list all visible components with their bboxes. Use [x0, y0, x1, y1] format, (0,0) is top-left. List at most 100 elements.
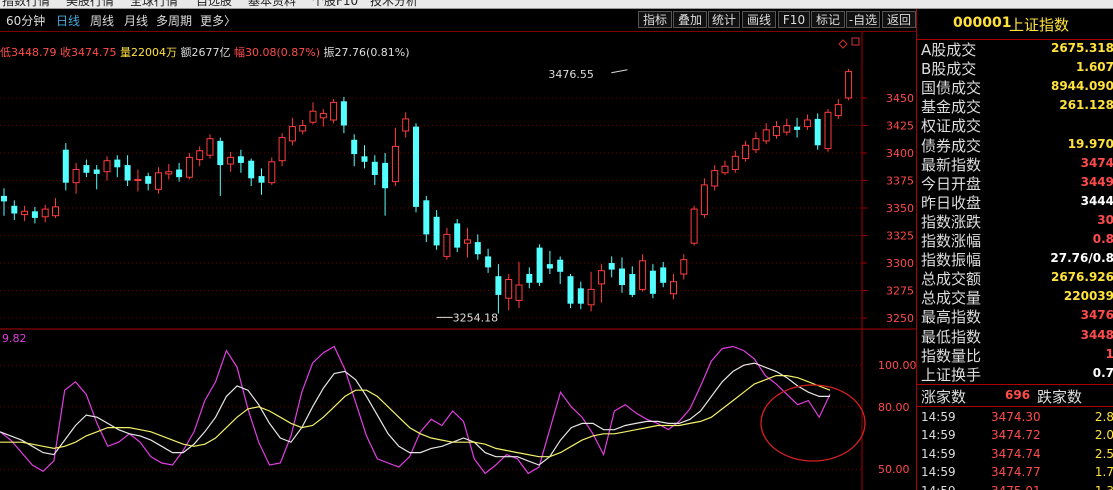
candle-body-up: [299, 125, 307, 132]
close-value: 收3474.75: [60, 46, 117, 59]
quote-label: 国债成交: [921, 79, 982, 98]
topnav-tab[interactable]: 技术分析: [370, 0, 418, 8]
quote-row: 总成交量 220039: [917, 287, 1113, 307]
period-tab[interactable]: 日线: [56, 12, 80, 29]
candle-body-up: [721, 165, 729, 174]
candle-body-down: [567, 276, 574, 304]
quote-label: 指数涨幅: [921, 232, 982, 250]
quote-row: 指数涨跌 30: [917, 211, 1113, 231]
candle-body-down: [93, 169, 100, 174]
candle-body-up: [319, 112, 327, 119]
candle-body-down: [11, 205, 18, 214]
candle-body-up: [288, 126, 296, 142]
candle-body-down: [629, 274, 636, 295]
candle-body-up: [21, 210, 29, 216]
y-tick-label: 3400: [886, 147, 914, 160]
candle-body-down: [526, 274, 533, 283]
topnav-tab[interactable]: 指数行情: [2, 0, 50, 8]
candle-body-down: [485, 256, 492, 268]
candle-body-down: [557, 259, 564, 272]
quote-label: 指数振幅: [921, 251, 982, 270]
quote-value: 261.128: [1059, 98, 1113, 113]
quote-label: 总成交额: [921, 270, 982, 289]
quote-value: 8944.090: [1050, 79, 1113, 94]
topnav-tab[interactable]: 基本资料: [248, 0, 296, 8]
toolbar-button[interactable]: 指标: [638, 11, 672, 28]
candle-body-up: [515, 284, 523, 301]
amount-value: 额2677亿: [180, 46, 231, 59]
candle-body-down: [577, 288, 584, 304]
period-tab[interactable]: 多周期: [156, 12, 192, 29]
candle-body-up: [185, 156, 193, 178]
tick-row: 14:59 3474.74 2.5: [917, 447, 1113, 466]
quote-row: 指数量比 1: [917, 345, 1113, 365]
period-tab[interactable]: 月线: [124, 12, 148, 29]
low-price-annotation: 3254.18: [453, 311, 499, 324]
high-price-annotation: 3476.55: [548, 68, 594, 81]
low-value: 低3448.79: [0, 46, 57, 59]
candle-body-down: [433, 216, 440, 246]
candle-body-up: [155, 172, 162, 190]
candle-body-up: [742, 144, 750, 160]
topnav-tab[interactable]: 美股行情: [66, 0, 114, 8]
tick-time: 14:59: [921, 428, 956, 443]
period-tab[interactable]: 更多〉: [200, 12, 236, 29]
candle-body-down: [546, 264, 553, 269]
toolbar-button[interactable]: 返回: [882, 11, 916, 28]
topnav-tab[interactable]: 全球行情: [130, 0, 178, 8]
highlight-circle: [760, 384, 866, 462]
candle-body-down: [608, 263, 615, 270]
quote-row: 国债成交 8944.090: [917, 77, 1113, 98]
indicator-tick-label: 50.00: [878, 463, 910, 476]
quote-row: A股成交 2675.318: [917, 39, 1113, 59]
candle-body-up: [773, 126, 780, 136]
candle-body-up: [845, 71, 853, 99]
quote-row: 指数振幅 27.76/0.8: [917, 249, 1113, 270]
candle-body-up: [762, 129, 770, 142]
tick-price: 3474.30: [991, 409, 1041, 424]
advance-decline-row: 涨家数 696 跌家数: [917, 386, 1113, 406]
quote-row: 最新指数 3474: [917, 154, 1113, 174]
period-tab[interactable]: 60分钟: [6, 12, 45, 29]
quote-row: 基金成交 261.128: [917, 96, 1113, 116]
candle-body-up: [834, 104, 842, 117]
toolbar-button[interactable]: 叠加: [673, 11, 707, 28]
tick-row: 14:59 3474.72 2.0: [917, 428, 1113, 447]
tick-volume: 2.5: [1094, 446, 1113, 461]
tick-price: 3475.01: [991, 484, 1041, 490]
marker-icon: [851, 37, 860, 46]
period-tab[interactable]: 周线: [90, 12, 114, 29]
candle-body-down: [1, 195, 7, 202]
indicator-series-line: [0, 362, 830, 466]
quote-value: 3444: [1080, 193, 1113, 208]
candle-body-up: [227, 156, 235, 165]
marker-icon: [838, 39, 848, 49]
decliners-label: 跌家数: [1037, 387, 1083, 406]
toolbar-button[interactable]: 统计: [708, 11, 740, 28]
toolbar-button[interactable]: 标记: [811, 11, 845, 28]
quote-value: 1.607: [1076, 60, 1113, 75]
tick-time: 14:59: [921, 484, 956, 490]
candle-body-down: [258, 176, 265, 183]
quote-value: 27.76/0.8: [1050, 251, 1113, 266]
candle-body-down: [413, 126, 419, 207]
topnav-tab[interactable]: 自选股: [196, 0, 232, 8]
y-tick-label: 3275: [886, 285, 914, 298]
toolbar-button[interactable]: -自选: [846, 11, 880, 28]
quote-value: 3476: [1080, 308, 1113, 323]
candle-body-up: [134, 178, 142, 181]
candle-body-up: [196, 150, 204, 161]
topnav-tab[interactable]: 个股F10: [312, 0, 358, 8]
candle-body-down: [423, 200, 430, 235]
candle-body-down: [361, 156, 368, 162]
indicator-tick-label: 100.00: [878, 359, 916, 372]
toolbar-button[interactable]: F10: [778, 11, 810, 28]
tick-volume: 2.8: [1094, 409, 1113, 424]
index-code: 000001: [953, 15, 1012, 31]
candle-body-up: [52, 206, 59, 217]
quote-label: A股成交: [921, 41, 977, 59]
candle-body-up: [783, 125, 791, 133]
top-navigation: 指数行情 美股行情 全球行情 自选股 基本资料 个股F10 技术分析: [0, 0, 1113, 9]
quote-label: 最高指数: [921, 308, 982, 327]
toolbar-button[interactable]: 画线: [742, 11, 776, 28]
